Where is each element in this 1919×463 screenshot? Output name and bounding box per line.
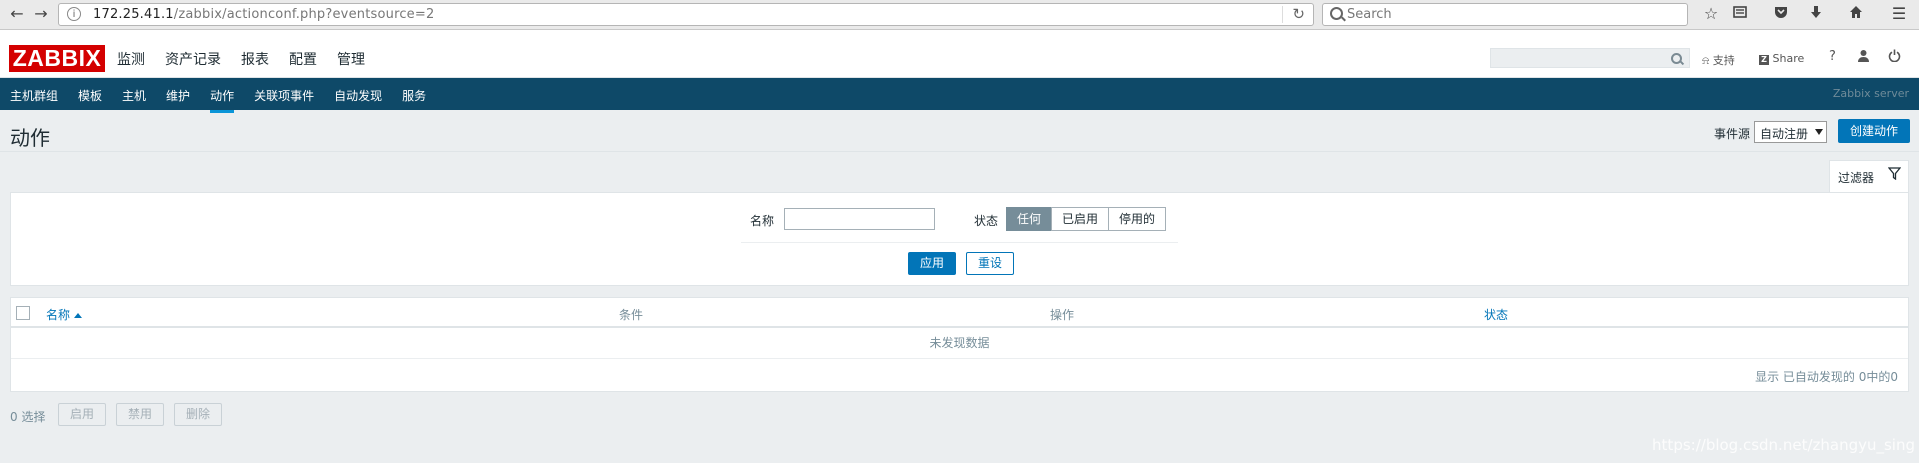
filter-tab[interactable]: 过滤器 [1829,160,1909,193]
menu-item-administration[interactable]: 管理 [337,49,365,69]
bookmark-star-icon[interactable]: ☆ [1700,3,1722,25]
zabbix-logo[interactable]: ZABBIX [9,45,105,72]
filter-tab-label: 过滤器 [1838,171,1875,185]
page-title: 动作 [10,126,50,150]
help-icon[interactable]: ? [1829,49,1836,64]
url-text[interactable]: 172.25.41.1/zabbix/actionconf.php?events… [93,7,434,22]
filter-panel: 名称 状态 任何 已启用 停用的 应用 重设 [10,192,1909,286]
share-icon: Z [1759,55,1769,65]
subnav-item-correlation[interactable]: 关联项事件 [254,87,314,104]
menu-item-inventory[interactable]: 资产记录 [165,49,221,69]
selected-count: 0 选择 [10,410,46,424]
subnav-item-hosts[interactable]: 主机 [122,87,146,104]
menu-icon[interactable]: ☰ [1888,3,1910,25]
status-option-disabled[interactable]: 停用的 [1108,207,1167,231]
filter-status-label: 状态 [974,214,999,228]
search-icon [1330,7,1343,20]
subnav-item-discovery[interactable]: 自动发现 [334,87,382,104]
status-option-any[interactable]: 任何 [1006,207,1053,231]
no-data-message: 未发现数据 [11,328,1908,359]
menu-item-reports[interactable]: 报表 [241,49,269,69]
menu-item-configuration[interactable]: 配置 [289,49,317,86]
sub-navigation: 主机群组 模板 主机 维护 动作 关联项事件 自动发现 服务 Zabbix se… [0,78,1919,113]
filter-icon [1887,167,1902,183]
subnav-item-templates[interactable]: 模板 [78,87,102,104]
event-source-value: 自动注册 [1760,127,1809,141]
share-link[interactable]: Z Share [1759,52,1804,65]
mass-disable-button[interactable]: 禁用 [116,403,164,426]
mass-enable-button[interactable]: 启用 [58,403,106,426]
info-icon[interactable]: i [67,7,81,21]
actions-table: 名称 条件 操作 状态 未发现数据 显示 已自动发现的 0中的0 [10,297,1909,392]
forward-icon[interactable]: → [30,3,52,25]
headset-icon: ⍾ [1702,54,1710,67]
browser-toolbar: ← → i 172.25.41.1/zabbix/actionconf.php?… [0,0,1919,30]
subnav-item-actions[interactable]: 动作 [210,87,235,113]
event-source-label: 事件源 [1714,127,1751,141]
address-bar[interactable]: i 172.25.41.1/zabbix/actionconf.php?even… [58,3,1314,26]
filter-name-label: 名称 [750,214,775,228]
column-header-name[interactable]: 名称 [46,306,83,323]
global-search-input[interactable] [1490,48,1690,68]
table-header-row: 名称 条件 操作 状态 [11,298,1908,328]
subnav-item-host-groups[interactable]: 主机群组 [10,87,58,104]
subnav-item-services[interactable]: 服务 [402,87,426,104]
paging-info: 显示 已自动发现的 0中的0 [1755,370,1898,384]
sort-ascending-icon [74,313,83,318]
top-navigation: ZABBIX 监测 资产记录 报表 配置 管理 ⍾ 支持 Z Share ? [0,30,1919,86]
column-header-conditions: 条件 [619,308,644,322]
subnav-item-maintenance[interactable]: 维护 [166,87,190,104]
watermark-text: https://blog.csdn.net/zhangyu_sing [1652,436,1915,454]
logout-icon[interactable] [1888,49,1901,66]
back-icon[interactable]: ← [6,3,28,25]
filter-name-input[interactable] [784,208,935,230]
urlbar-separator [1282,6,1283,23]
support-link[interactable]: ⍾ 支持 [1702,52,1735,68]
apply-button[interactable]: 应用 [908,252,956,275]
user-profile-icon[interactable] [1857,49,1870,66]
reload-icon[interactable]: ↻ [1292,5,1305,23]
column-header-operations: 操作 [1050,308,1075,322]
status-segmented-control: 任何 已启用 停用的 [1006,207,1167,231]
mass-delete-button[interactable]: 删除 [174,403,222,426]
support-label: 支持 [1712,54,1735,67]
download-icon[interactable] [1805,3,1827,25]
server-name: Zabbix server [1832,87,1909,100]
menu-item-monitoring[interactable]: 监测 [117,49,145,69]
browser-search-input[interactable]: Search [1322,3,1688,26]
header-divider [0,151,1919,152]
main-menu: 监测 资产记录 报表 配置 管理 [117,49,385,86]
reset-button[interactable]: 重设 [966,252,1014,275]
select-all-checkbox[interactable] [16,306,30,320]
reading-list-icon[interactable] [1729,3,1751,25]
filter-divider [741,242,1178,243]
pocket-icon[interactable] [1770,3,1792,25]
search-icon[interactable] [1671,53,1682,64]
share-label: Share [1772,52,1805,65]
event-source-select[interactable]: 自动注册 [1754,121,1827,143]
home-icon[interactable] [1845,3,1867,25]
column-header-status[interactable]: 状态 [1484,306,1508,323]
status-option-enabled[interactable]: 已启用 [1051,207,1110,231]
create-action-button[interactable]: 创建动作 [1838,119,1910,143]
chevron-down-icon [1815,129,1823,135]
